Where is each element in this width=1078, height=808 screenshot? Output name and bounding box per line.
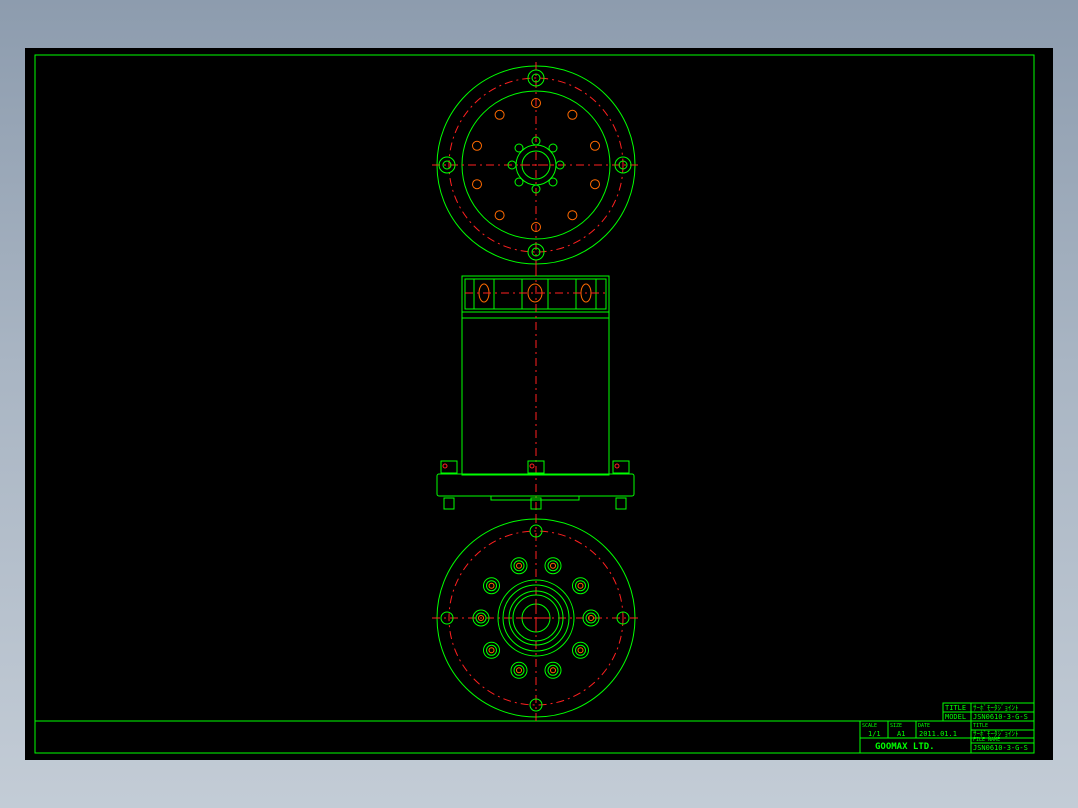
title-label: TITLE	[945, 704, 966, 712]
flange-bolt-hole	[472, 179, 482, 190]
base-bolt-hole	[483, 641, 500, 659]
scale-value: 1/1	[868, 730, 881, 738]
base-bolt-hole	[547, 664, 559, 676]
title-block: TITLE ｻｰﾎﾞﾓｰﾀｼﾞｮｲﾝﾄ MODEL JSN0610-3-G-S …	[859, 702, 1035, 754]
bottom-view	[432, 515, 640, 721]
base-bolt-hole	[510, 661, 528, 679]
base-bolt-hole	[513, 664, 525, 676]
subtitle-label: TITLE	[973, 723, 988, 729]
hub-bolt-hole	[514, 143, 524, 153]
cad-drawing: TITLE ｻｰﾎﾞﾓｰﾀｼﾞｮｲﾝﾄ MODEL JSN0610-3-G-S …	[34, 54, 1035, 754]
hub-bolt-hole	[514, 177, 524, 187]
base-bolt-hole	[483, 577, 500, 595]
base-bolt-hole	[577, 647, 584, 654]
hub-bolt-hole	[548, 143, 558, 153]
file-value: JSN0610-3-G-S	[973, 744, 1028, 752]
base-bolt-hole	[550, 562, 556, 569]
base-bolt-hole	[547, 560, 559, 572]
flange-bolt-hole	[590, 179, 600, 190]
base-bolt-hole	[488, 582, 495, 589]
base-bolt-hole	[516, 667, 522, 674]
model-label: MODEL	[945, 713, 966, 721]
flange-bolt-hole	[472, 140, 482, 151]
base-bolt-hole	[544, 557, 562, 575]
side-view	[436, 268, 635, 518]
base-bolt-hole	[550, 667, 556, 674]
drawing-border	[34, 54, 1035, 754]
top-view	[432, 62, 640, 268]
size-label: SIZE	[890, 723, 902, 729]
date-label: DATE	[918, 723, 930, 729]
flange-bolt-hole	[567, 109, 578, 120]
base-bolt-hole	[513, 560, 525, 572]
flange-bolt-hole	[494, 210, 505, 221]
base-bolt-hole	[516, 562, 522, 569]
base-bolt-hole	[486, 644, 497, 656]
cad-viewport[interactable]: TITLE ｻｰﾎﾞﾓｰﾀｼﾞｮｲﾝﾄ MODEL JSN0610-3-G-S …	[25, 48, 1053, 760]
base-bolt-hole	[486, 580, 497, 592]
size-value: A1	[897, 730, 905, 738]
file-label: FILE NAME	[973, 737, 1000, 743]
base-bolt-hole	[575, 644, 586, 656]
date-value: 2011.01.1	[919, 730, 957, 738]
flange-bolt-hole	[494, 109, 505, 120]
base-bolt-hole	[572, 577, 589, 595]
base-bolt-hole	[544, 661, 562, 679]
base-bolt-hole	[577, 582, 584, 589]
base-bolt-hole	[488, 647, 495, 654]
base-bolt-hole	[572, 641, 589, 659]
model-value: JSN0610-3-G-S	[973, 713, 1028, 721]
flange-bolt-hole	[567, 210, 578, 221]
base-bolt-hole	[575, 580, 586, 592]
base-bolt-hole	[510, 557, 528, 575]
hub-bolt-hole	[548, 177, 558, 187]
flange-bolt-hole	[590, 140, 600, 151]
title-value: ｻｰﾎﾞﾓｰﾀｼﾞｮｲﾝﾄ	[973, 704, 1019, 712]
company-name: GOOMAX LTD.	[875, 742, 935, 752]
scale-label: SCALE	[862, 723, 877, 729]
